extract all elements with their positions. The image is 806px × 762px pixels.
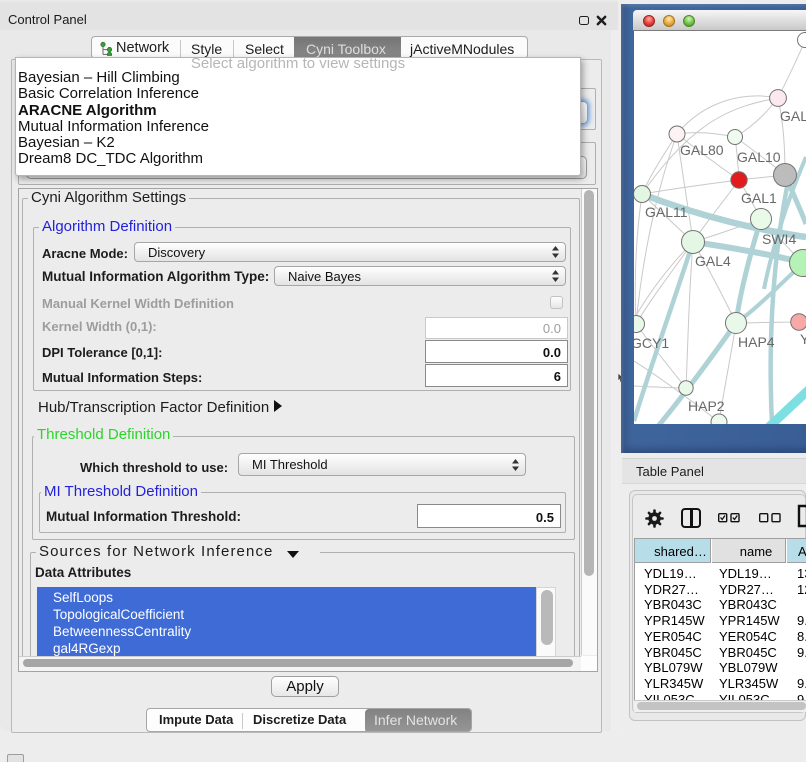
svg-text:GAL7: GAL7 bbox=[780, 108, 806, 124]
svg-text:GAL1: GAL1 bbox=[741, 190, 777, 206]
svg-text:SWI4: SWI4 bbox=[762, 231, 796, 247]
svg-text:GAL11: GAL11 bbox=[645, 204, 688, 220]
svg-text:Y: Y bbox=[800, 331, 806, 347]
svg-text:HAP2: HAP2 bbox=[688, 398, 725, 414]
svg-text:GAL4: GAL4 bbox=[695, 253, 731, 269]
svg-text:GAL80: GAL80 bbox=[680, 142, 724, 158]
svg-text:GAL10: GAL10 bbox=[737, 149, 781, 165]
svg-text:HAP4: HAP4 bbox=[738, 334, 775, 350]
svg-text:GCY1: GCY1 bbox=[634, 335, 669, 351]
